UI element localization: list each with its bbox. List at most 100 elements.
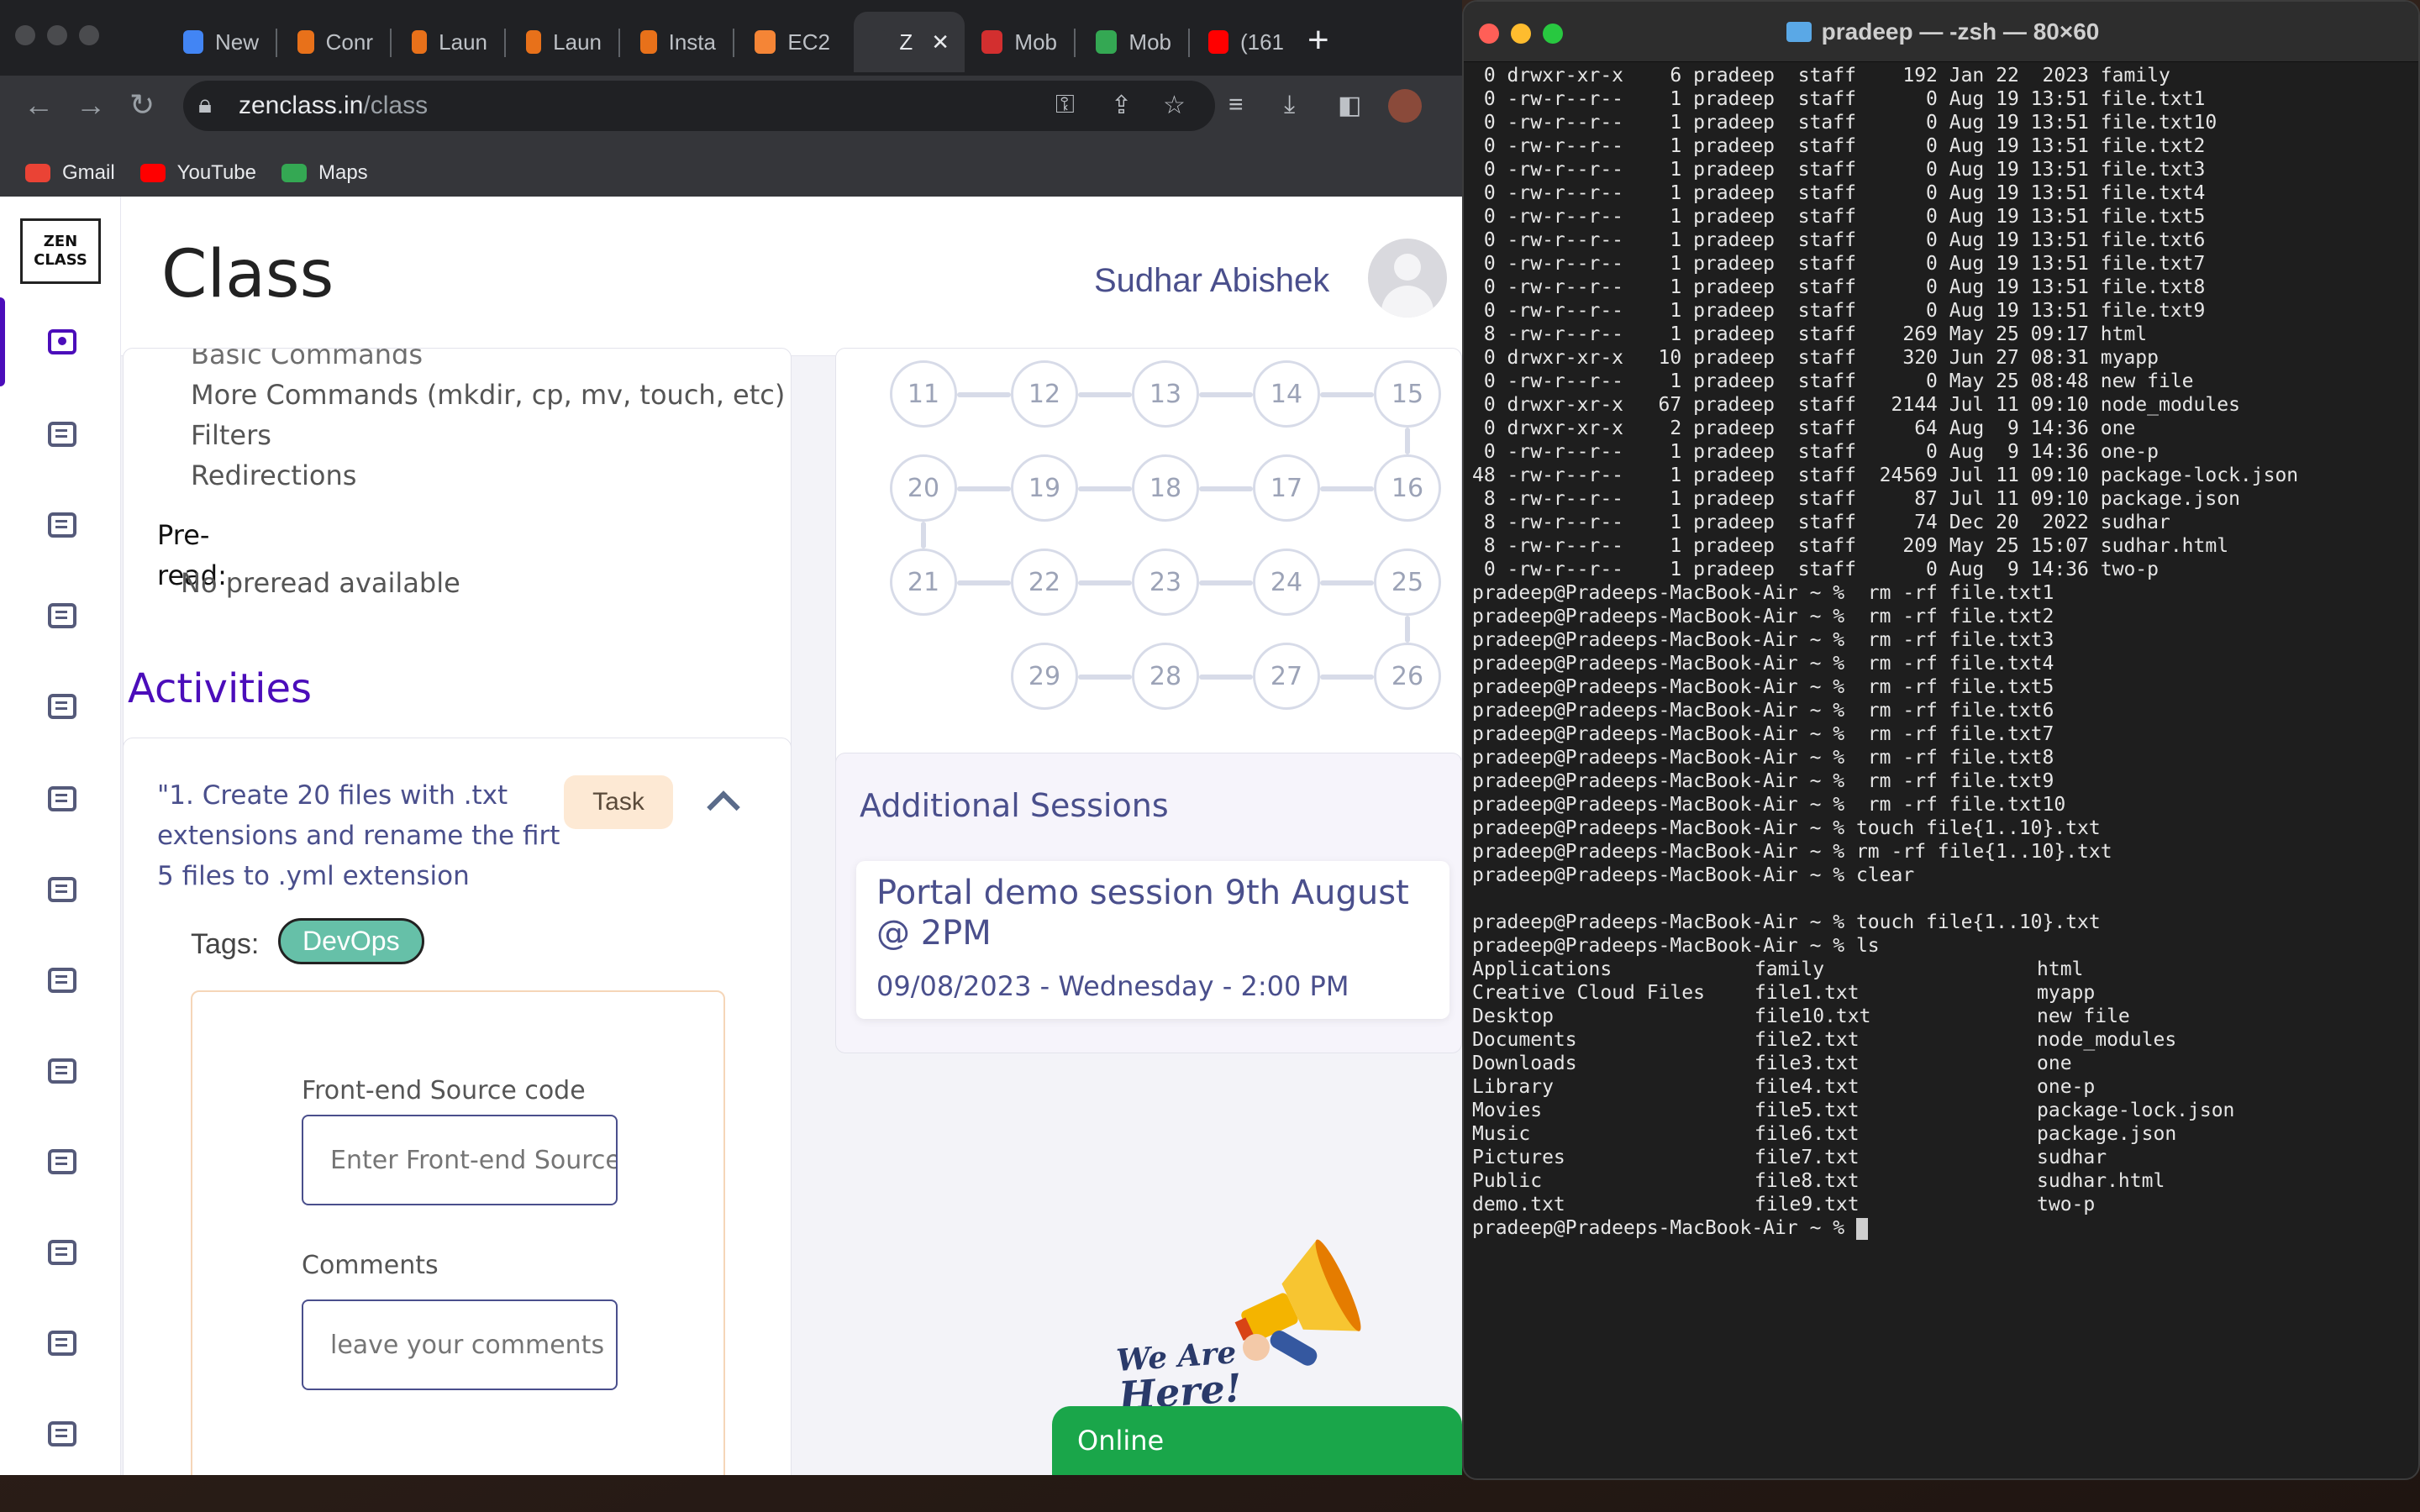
comments-input[interactable] <box>302 1299 618 1390</box>
site-info-icon[interactable]: 🔒︎ <box>198 91 212 119</box>
user-name[interactable]: Sudhar Abishek <box>1094 262 1329 300</box>
roadmap-connector <box>1320 580 1374 585</box>
requirements-icon[interactable] <box>46 875 78 904</box>
roadmap-day-node[interactable]: 13 <box>1132 360 1199 428</box>
browser-tab[interactable]: New <box>168 12 274 72</box>
close-window-button[interactable] <box>15 25 35 45</box>
roadmap-day-node[interactable]: 22 <box>1011 549 1078 616</box>
terminal-line: pradeep@Pradeeps-MacBook-Air ~ % rm -rf … <box>1472 770 2054 792</box>
browser-tab[interactable]: EC2 <box>739 12 845 72</box>
terminal-prompt-line[interactable]: pradeep@Pradeeps-MacBook-Air ~ % <box>1472 1216 2413 1240</box>
new-tab-button[interactable]: + <box>1307 22 1329 59</box>
browser-tab[interactable]: Z ✕ <box>854 12 965 72</box>
terminal-line: 0 -rw-r--r-- 1 pradeep staff 0 Aug 19 13… <box>1472 159 2206 181</box>
reading-list-icon[interactable]: ≡ <box>1228 91 1244 119</box>
leaderboard-icon[interactable] <box>46 1329 78 1357</box>
roadmap-day-node[interactable]: 24 <box>1253 549 1320 616</box>
online-chat-button[interactable]: Online <box>1052 1406 1462 1475</box>
browser-tab[interactable]: Conr <box>282 12 388 72</box>
roadmap-day-node[interactable]: 21 <box>890 549 957 616</box>
chrome-icon <box>183 30 203 54</box>
session-name: Portal demo session 9th August @ 2PM <box>876 874 1409 953</box>
bookmark-maps[interactable]: Maps <box>281 161 368 185</box>
roadmap-day-node[interactable]: 16 <box>1374 454 1441 522</box>
browser-tab[interactable]: Mob <box>966 12 1072 72</box>
ls-entry: file10.txt <box>1754 1005 1871 1027</box>
certificate-icon[interactable] <box>46 1238 78 1267</box>
session-item[interactable]: Portal demo session 9th August @ 2PM 09/… <box>856 861 1449 1019</box>
terminal-line: 0 -rw-r--r-- 1 pradeep staff 0 Aug 19 13… <box>1472 206 2206 228</box>
ls-entry: file2.txt <box>1754 1029 1860 1051</box>
reload-icon[interactable]: ↻ <box>129 87 155 123</box>
roadmap-day-node[interactable]: 18 <box>1132 454 1199 522</box>
gmail-icon <box>25 164 50 182</box>
roadmap-day-node[interactable]: 14 <box>1253 360 1320 428</box>
roadmap-day-node[interactable]: 27 <box>1253 643 1320 710</box>
syllabus-icon[interactable] <box>46 1420 78 1448</box>
tag-devops: DevOps <box>278 918 424 964</box>
ls-entry: Pictures <box>1472 1147 1565 1168</box>
dashboard-icon[interactable] <box>46 420 78 449</box>
browser-tab[interactable]: Insta <box>625 12 731 72</box>
terminal-line: 0 -rw-r--r-- 1 pradeep staff 0 Aug 9 14:… <box>1472 441 2159 463</box>
session-date: 09/08/2023 - Wednesday - 2:00 PM <box>876 970 1349 1002</box>
bookmark-gmail[interactable]: Gmail <box>25 161 115 185</box>
roadmap-day-node[interactable]: 26 <box>1374 643 1441 710</box>
forward-icon[interactable]: → <box>76 87 106 123</box>
sidebar-active-indicator <box>0 297 5 386</box>
profile-avatar[interactable] <box>1388 89 1422 123</box>
bookmark-star-icon[interactable]: ☆ <box>1163 91 1186 120</box>
queries-icon[interactable] <box>46 785 78 813</box>
we-are-here-promo[interactable]: We Are Here! <box>1109 1238 1361 1419</box>
roadmap-day-node[interactable]: 15 <box>1374 360 1441 428</box>
terminal-line: 0 drwxr-xr-x 67 pradeep staff 2144 Jul 1… <box>1472 394 2240 416</box>
roadmap-connector <box>1199 675 1253 680</box>
chevron-up-icon[interactable] <box>705 784 739 817</box>
application-icon[interactable] <box>46 1057 78 1085</box>
roadmap-day-node[interactable]: 20 <box>890 454 957 522</box>
comments-label: Comments <box>302 1251 439 1280</box>
class-icon[interactable] <box>46 328 78 356</box>
roadmap-day-node[interactable]: 11 <box>890 360 957 428</box>
terminal-output[interactable]: 0 drwxr-xr-x 6 pradeep staff 192 Jan 22 … <box>1472 64 2413 1240</box>
terminal-window[interactable]: pradeep — -zsh — 80×60 0 drwxr-xr-x 6 pr… <box>1462 0 2420 1480</box>
roadmap-day-node[interactable]: 28 <box>1132 643 1199 710</box>
frontend-source-input[interactable] <box>302 1115 618 1205</box>
key-icon[interactable]: ⚿ <box>1055 91 1075 119</box>
ls-entry: Creative Cloud Files <box>1472 982 1705 1004</box>
roadmap-day-node[interactable]: 25 <box>1374 549 1441 616</box>
share-icon[interactable]: ⇪ <box>1111 91 1132 120</box>
bookmark-youtube[interactable]: YouTube <box>139 161 256 185</box>
ls-entry: Movies <box>1472 1100 1543 1121</box>
roadmap-day-node[interactable]: 19 <box>1011 454 1078 522</box>
interview-icon[interactable] <box>46 1147 78 1176</box>
roadmap-day-node[interactable]: 23 <box>1132 549 1199 616</box>
ls-output-row: Pictures file7.txt sudhar <box>1472 1146 2413 1169</box>
download-icon[interactable]: ⤓ <box>1284 91 1295 119</box>
task-badge: Task <box>564 775 673 829</box>
back-icon[interactable]: ← <box>24 87 54 123</box>
minimize-window-button[interactable] <box>47 25 67 45</box>
bookmark-label: Gmail <box>62 161 115 184</box>
side-panel-icon[interactable]: ◧ <box>1338 91 1361 120</box>
webcode-icon[interactable] <box>46 601 78 630</box>
zoom-window-button[interactable] <box>79 25 99 45</box>
user-avatar[interactable] <box>1368 239 1447 318</box>
roadmap-connector <box>1405 616 1410 643</box>
capstone-icon[interactable] <box>46 692 78 721</box>
close-tab-icon[interactable]: ✕ <box>931 29 950 55</box>
browser-tab[interactable]: Laun <box>397 12 502 72</box>
roadmap-day-node[interactable]: 29 <box>1011 643 1078 710</box>
roadmap-day-node[interactable]: 17 <box>1253 454 1320 522</box>
topic-item: Basic Commands <box>191 348 424 370</box>
tasks-icon[interactable] <box>46 511 78 539</box>
tab-label: Z <box>899 29 913 55</box>
browser-tab[interactable]: (161 <box>1193 12 1299 72</box>
terminal-line: 0 -rw-r--r-- 1 pradeep staff 0 Aug 19 13… <box>1472 135 2206 157</box>
browser-tab[interactable]: Mob <box>1081 12 1186 72</box>
roadmap-day-node[interactable]: 12 <box>1011 360 1078 428</box>
portfolio-icon[interactable] <box>46 966 78 995</box>
tab-strip: New Conr Laun Laun Insta EC2 Z ✕ Mob Mob (161 + <box>0 0 1462 84</box>
zen-class-logo[interactable]: ZEN CLASS <box>20 218 101 284</box>
browser-tab[interactable]: Laun <box>511 12 617 72</box>
